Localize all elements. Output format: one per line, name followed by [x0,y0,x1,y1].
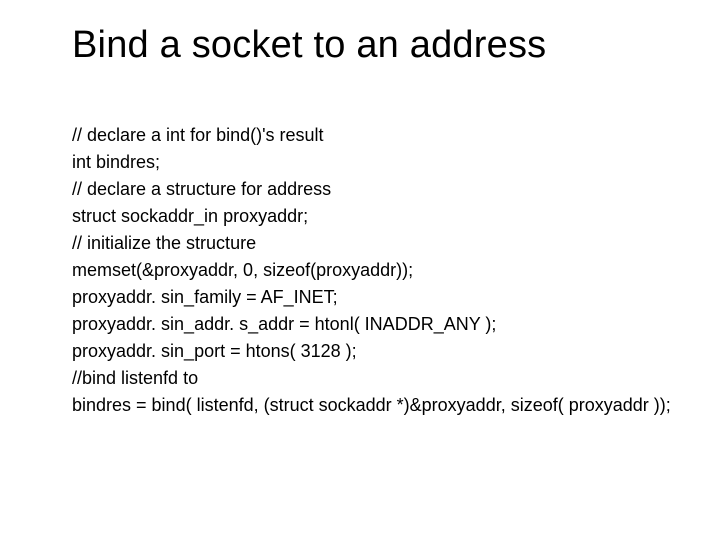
code-line: // declare a structure for address [72,179,331,199]
code-block: // declare a int for bind()'s result int… [72,95,680,446]
slide: Bind a socket to an address // declare a… [0,0,720,540]
code-line: proxyaddr. sin_addr. s_addr = htonl( INA… [72,314,496,334]
code-line: struct sockaddr_in proxyaddr; [72,206,308,226]
code-line: proxyaddr. sin_port = htons( 3128 ); [72,341,357,361]
code-line: // initialize the structure [72,233,256,253]
code-line: //bind listenfd to [72,368,198,388]
code-line: proxyaddr. sin_family = AF_INET; [72,287,338,307]
code-line: bindres = bind( listenfd, (struct sockad… [72,395,671,415]
code-line: memset(&proxyaddr, 0, sizeof(proxyaddr))… [72,260,413,280]
code-line: // declare a int for bind()'s result [72,125,324,145]
slide-title: Bind a socket to an address [72,24,680,67]
code-line: int bindres; [72,152,160,172]
